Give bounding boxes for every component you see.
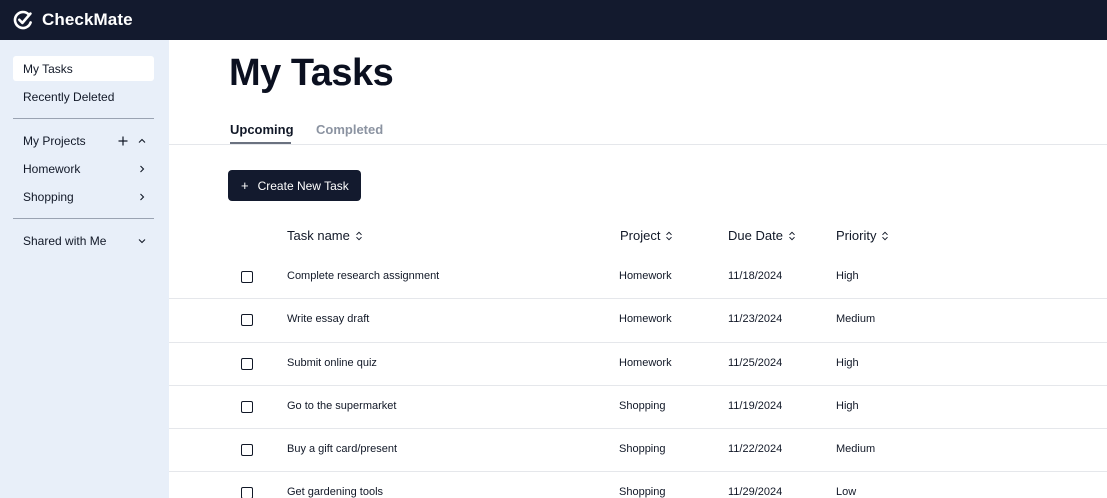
priority-cell: High — [836, 270, 859, 282]
chevron-down-icon[interactable] — [137, 236, 147, 246]
create-new-task-button[interactable]: + Create New Task — [228, 170, 361, 201]
due-date-cell: 11/19/2024 — [728, 400, 783, 412]
task-name-cell: Buy a gift card/present — [287, 443, 398, 455]
create-new-task-label: Create New Task — [257, 178, 349, 193]
sidebar-item-my-projects[interactable]: My Projects — [13, 128, 154, 153]
table-row[interactable]: Buy a gift card/present Shopping 11/22/2… — [169, 429, 1107, 472]
column-header-label: Project — [620, 228, 661, 243]
table-row[interactable]: Submit online quiz Homework 11/25/2024 H… — [169, 343, 1107, 386]
sidebar-divider — [13, 118, 154, 119]
sort-icon — [666, 231, 673, 240]
priority-cell: Low — [836, 486, 857, 498]
task-name-cell: Submit online quiz — [287, 357, 377, 369]
sort-icon — [882, 231, 889, 240]
task-checkbox[interactable] — [241, 401, 253, 413]
priority-cell: High — [836, 400, 859, 412]
task-checkbox[interactable] — [241, 314, 253, 326]
column-header-label: Priority — [836, 228, 877, 243]
column-header-priority[interactable]: Priority — [836, 228, 889, 243]
task-name-cell: Write essay draft — [287, 313, 370, 325]
priority-cell: High — [836, 357, 859, 369]
plus-icon: + — [241, 178, 249, 193]
priority-cell: Medium — [836, 443, 876, 455]
app-title[interactable]: CheckMate — [42, 10, 133, 30]
sidebar-divider — [13, 218, 154, 219]
sidebar-item-shared-with-me[interactable]: Shared with Me — [13, 228, 154, 253]
due-date-cell: 11/23/2024 — [728, 313, 783, 325]
main-content: My Tasks Upcoming Completed + Create New… — [169, 40, 1107, 498]
column-header-label: Task name — [287, 228, 350, 243]
task-name-cell: Get gardening tools — [287, 486, 384, 498]
sort-icon — [789, 231, 795, 240]
task-checkbox[interactable] — [241, 271, 253, 283]
project-cell: Shopping — [619, 443, 666, 455]
top-bar: CheckMate — [0, 0, 1107, 40]
task-checkbox[interactable] — [241, 358, 253, 370]
project-cell: Homework — [619, 357, 672, 369]
project-cell: Shopping — [619, 400, 666, 412]
page-title: My Tasks — [229, 52, 394, 94]
sidebar: My Tasks Recently Deleted My Projects Ho… — [0, 40, 169, 498]
column-header-label: Due Date — [728, 228, 783, 243]
column-header-project[interactable]: Project — [620, 228, 673, 243]
table-row[interactable]: Write essay draft Homework 11/23/2024 Me… — [169, 299, 1107, 342]
column-header-due-date[interactable]: Due Date — [728, 228, 796, 243]
sidebar-item-homework[interactable]: Homework — [13, 156, 154, 181]
column-header-task-name[interactable]: Task name — [287, 228, 363, 243]
check-logo-icon[interactable] — [13, 10, 33, 30]
task-name-cell: Complete research assignment — [287, 270, 440, 282]
due-date-cell: 11/18/2024 — [728, 270, 783, 282]
table-row[interactable]: Complete research assignment Homework 11… — [169, 256, 1107, 299]
sidebar-item-shopping[interactable]: Shopping — [13, 184, 154, 209]
add-project-icon[interactable] — [118, 136, 128, 146]
chevron-right-icon[interactable] — [137, 164, 147, 174]
due-date-cell: 11/22/2024 — [728, 443, 783, 455]
tabs-divider — [169, 144, 1107, 145]
due-date-cell: 11/29/2024 — [728, 486, 783, 498]
project-cell: Homework — [619, 313, 672, 325]
project-cell: Homework — [619, 270, 672, 282]
sidebar-item-my-tasks[interactable]: My Tasks — [13, 56, 154, 81]
table-row[interactable]: Get gardening tools Shopping 11/29/2024 … — [169, 472, 1107, 498]
chevron-right-icon[interactable] — [137, 192, 147, 202]
table-row[interactable]: Go to the supermarket Shopping 11/19/202… — [169, 386, 1107, 429]
tab-upcoming[interactable]: Upcoming — [230, 122, 294, 137]
sort-icon — [356, 231, 362, 240]
task-checkbox[interactable] — [241, 444, 253, 456]
task-name-cell: Go to the supermarket — [287, 400, 397, 412]
priority-cell: Medium — [836, 313, 876, 325]
due-date-cell: 11/25/2024 — [728, 357, 783, 369]
project-cell: Shopping — [619, 486, 666, 498]
task-checkbox[interactable] — [241, 487, 253, 498]
sidebar-item-recently-deleted[interactable]: Recently Deleted — [13, 84, 154, 109]
tab-completed[interactable]: Completed — [316, 122, 383, 137]
chevron-up-icon[interactable] — [137, 136, 147, 146]
